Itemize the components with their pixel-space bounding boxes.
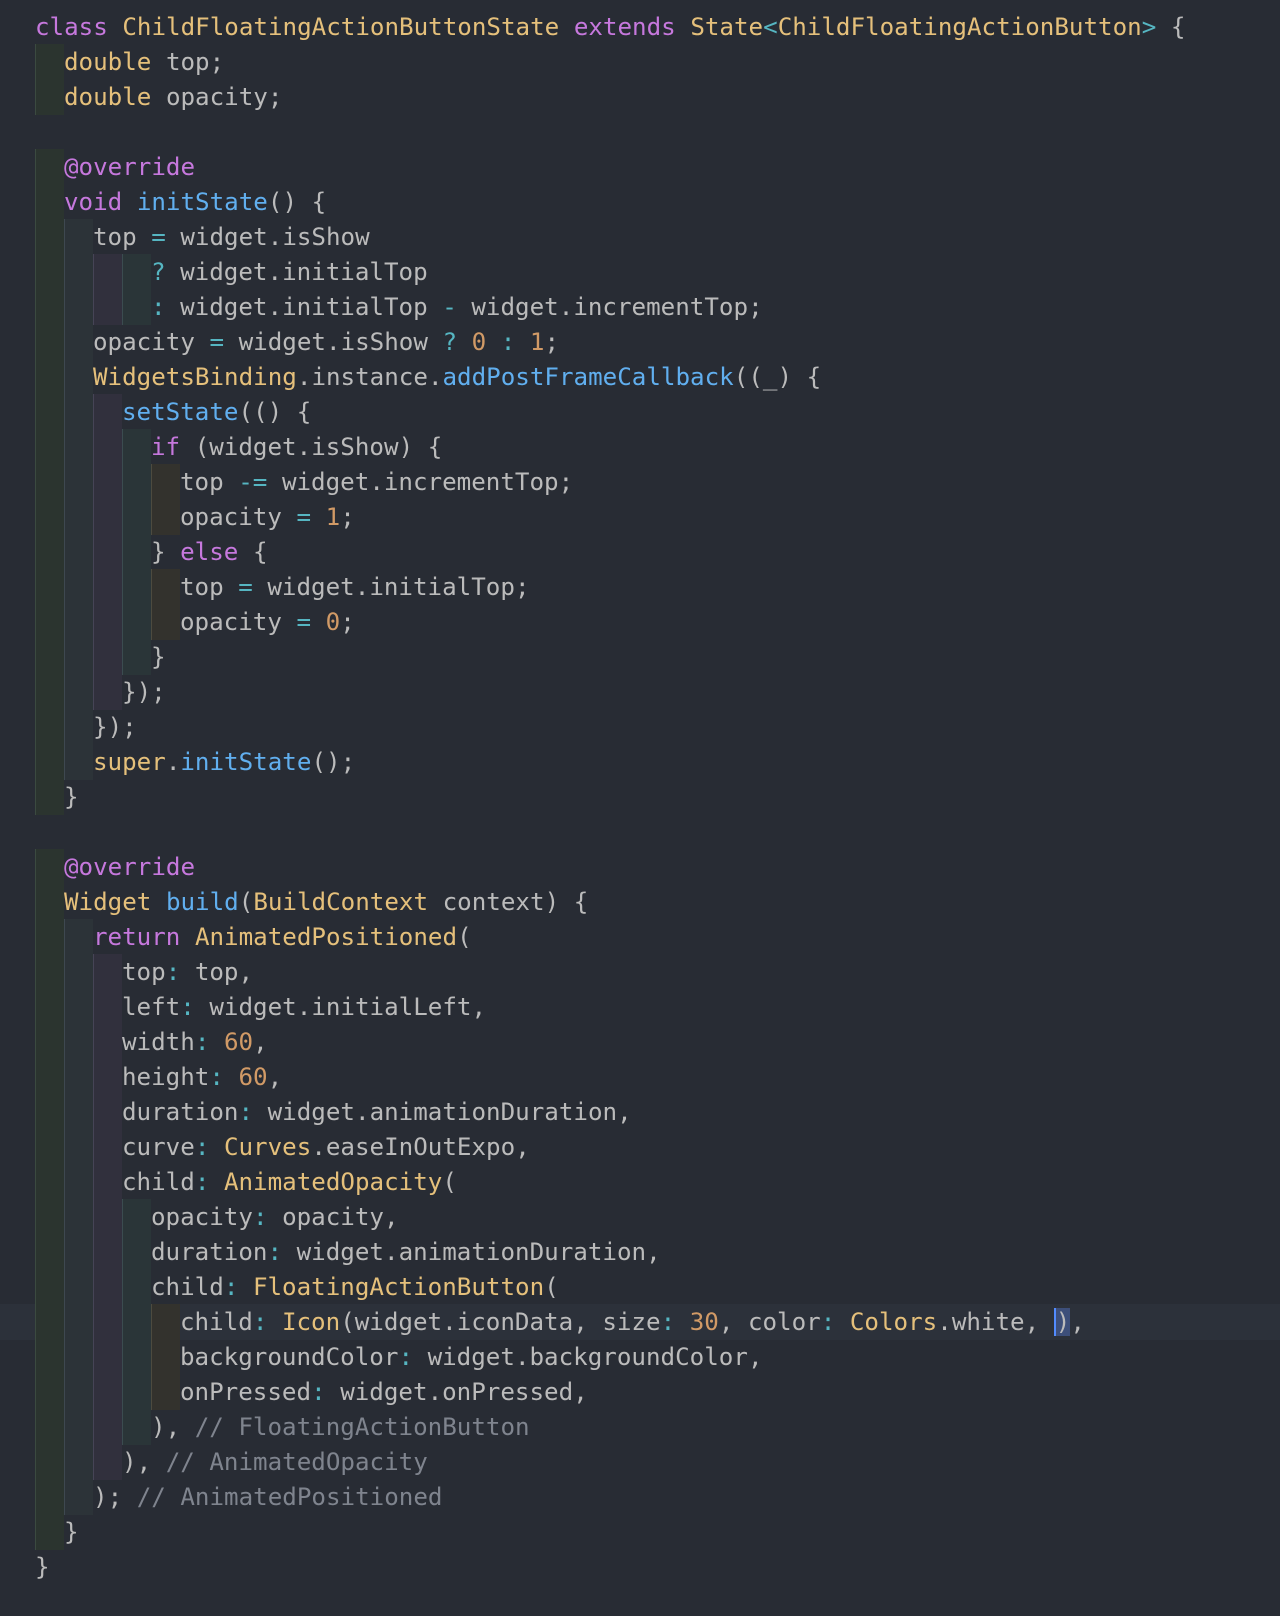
code-line[interactable]: double opacity; — [0, 79, 1280, 115]
code-line[interactable]: } else { — [0, 534, 1280, 570]
code-line[interactable]: ? widget.initialTop — [0, 254, 1280, 290]
code-line[interactable]: curve: Curves.easeInOutExpo, — [0, 1129, 1280, 1165]
code-line[interactable]: }); — [0, 709, 1280, 745]
code-line[interactable]: if (widget.isShow) { — [0, 429, 1280, 465]
code-line[interactable]: width: 60, — [0, 1024, 1280, 1060]
code-line[interactable]: height: 60, — [0, 1059, 1280, 1095]
code-line[interactable]: WidgetsBinding.instance.addPostFrameCall… — [0, 359, 1280, 395]
code-line[interactable]: ), // FloatingActionButton — [0, 1409, 1280, 1445]
code-line[interactable]: } — [0, 1514, 1280, 1550]
code-line[interactable]: return AnimatedPositioned( — [0, 919, 1280, 955]
code-line[interactable]: top -= widget.incrementTop; — [0, 464, 1280, 500]
code-line[interactable]: super.initState(); — [0, 744, 1280, 780]
code-line[interactable]: ); // AnimatedPositioned — [0, 1479, 1280, 1515]
code-line[interactable]: opacity = 1; — [0, 499, 1280, 535]
code-line[interactable]: top: top, — [0, 954, 1280, 990]
code-line[interactable]: ), // AnimatedOpacity — [0, 1444, 1280, 1480]
code-line[interactable]: @override — [0, 149, 1280, 185]
code-line[interactable]: child: Icon(widget.iconData, size: 30, c… — [0, 1304, 1280, 1340]
code-line[interactable]: setState(() { — [0, 394, 1280, 430]
code-line[interactable]: void initState() { — [0, 184, 1280, 220]
code-line[interactable]: Widget build(BuildContext context) { — [0, 884, 1280, 920]
code-line[interactable]: : widget.initialTop - widget.incrementTo… — [0, 289, 1280, 325]
code-editor[interactable]: class ChildFloatingActionButtonState ext… — [0, 0, 1280, 1616]
code-line[interactable] — [0, 814, 1280, 850]
code-line[interactable] — [0, 114, 1280, 150]
code-line[interactable]: child: AnimatedOpacity( — [0, 1164, 1280, 1200]
code-line[interactable]: double top; — [0, 44, 1280, 80]
code-line[interactable]: backgroundColor: widget.backgroundColor, — [0, 1339, 1280, 1375]
code-line[interactable]: opacity = 0; — [0, 604, 1280, 640]
code-line[interactable]: child: FloatingActionButton( — [0, 1269, 1280, 1305]
code-line[interactable]: } — [0, 639, 1280, 675]
code-line[interactable]: opacity = widget.isShow ? 0 : 1; — [0, 324, 1280, 360]
code-line[interactable]: left: widget.initialLeft, — [0, 989, 1280, 1025]
code-line[interactable]: class ChildFloatingActionButtonState ext… — [0, 9, 1280, 45]
code-line[interactable]: } — [0, 1549, 1280, 1585]
code-line[interactable]: }); — [0, 674, 1280, 710]
code-line[interactable]: duration: widget.animationDuration, — [0, 1234, 1280, 1270]
code-line[interactable]: duration: widget.animationDuration, — [0, 1094, 1280, 1130]
code-line[interactable]: @override — [0, 849, 1280, 885]
code-line[interactable]: top = widget.initialTop; — [0, 569, 1280, 605]
code-line[interactable]: } — [0, 779, 1280, 815]
code-line[interactable]: opacity: opacity, — [0, 1199, 1280, 1235]
code-line[interactable]: onPressed: widget.onPressed, — [0, 1374, 1280, 1410]
code-line[interactable]: top = widget.isShow — [0, 219, 1280, 255]
